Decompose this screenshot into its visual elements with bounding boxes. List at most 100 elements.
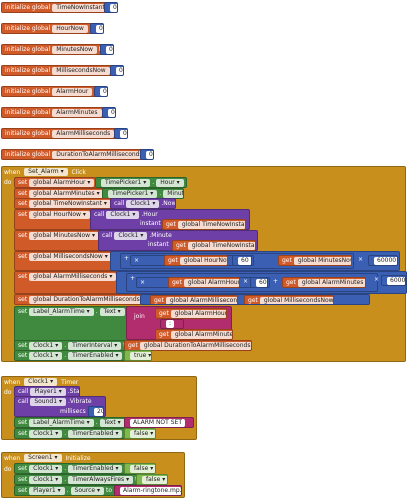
number-20[interactable]: 20	[88, 406, 104, 417]
global-name-field[interactable]: HourNow	[52, 24, 88, 33]
global-init-value[interactable]: 0	[100, 44, 114, 55]
get-alarm-minutes[interactable]: get global AlarmMinutes	[155, 329, 233, 340]
get-alarm-hour[interactable]: get global AlarmHour	[155, 308, 227, 319]
global-name-field[interactable]: AlarmMilliseconds	[52, 129, 115, 138]
property-dropdown[interactable]: Hour	[156, 178, 184, 187]
text-separator[interactable]: :	[160, 319, 184, 329]
global-name-field[interactable]: DurationToAlarmMilliseconds	[52, 150, 146, 159]
minus-block[interactable]: getglobal AlarmMilliseconds - getglobal …	[140, 294, 370, 305]
clock-now-call[interactable]: callClock1.Now	[110, 198, 176, 209]
variable-dropdown[interactable]: global HourNow	[179, 256, 227, 265]
component-dropdown[interactable]: Clock1	[29, 429, 63, 438]
get-milliseconds-now[interactable]: get global MillisecondsNow	[244, 295, 335, 304]
variable-dropdown[interactable]: global MinutesNow	[29, 231, 99, 240]
variable-dropdown[interactable]: global TimeNowInstant	[177, 220, 245, 229]
global-name-field[interactable]: MinutesNow	[52, 45, 97, 54]
component-dropdown[interactable]: Clock1	[29, 351, 63, 360]
component-dropdown[interactable]: TimePicker1	[108, 189, 158, 198]
set-timer-always-fires-block[interactable]: setClock1.TimerAlwaysFiresto	[14, 474, 140, 485]
global-name-field[interactable]: TimeNowInstant	[52, 3, 109, 12]
text-ringtone-file[interactable]: Alarm-ringtone.mp3	[114, 485, 182, 496]
variable-dropdown[interactable]: global TimeNowInstant	[187, 241, 255, 250]
property-dropdown[interactable]: Source	[70, 486, 105, 495]
boolean-false[interactable]: false	[124, 463, 156, 474]
get-alarm-minutes[interactable]: get global AlarmMinutes	[282, 277, 366, 288]
variable-dropdown[interactable]: global DurationToAlarmMilliseconds	[139, 341, 251, 350]
variable-dropdown[interactable]: global MillisecondsNow	[29, 252, 112, 261]
set-milliseconds-now-block[interactable]: setglobal MillisecondsNowto	[14, 251, 114, 271]
number-60000[interactable]: 60000	[381, 275, 406, 286]
variable-dropdown[interactable]: global MinutesNow	[293, 256, 351, 265]
global-init-value[interactable]: 0	[114, 128, 128, 139]
set-minutes-now-block[interactable]: setglobal MinutesNowto	[14, 230, 102, 251]
event-component-dropdown[interactable]: Clock1	[24, 378, 58, 386]
boolean-dropdown[interactable]: false	[130, 464, 155, 473]
get-alarm-hour[interactable]: get global AlarmHour	[168, 277, 240, 288]
component-dropdown[interactable]: Clock1	[114, 231, 148, 240]
boolean-dropdown[interactable]: false	[130, 429, 155, 438]
boolean-true[interactable]: true	[124, 350, 152, 361]
get-minutes-now[interactable]: get global MinutesNow	[278, 255, 352, 266]
component-dropdown[interactable]: Clock1	[126, 199, 160, 208]
property-dropdown[interactable]: Text	[99, 418, 125, 427]
property-dropdown[interactable]: TimerEnabled	[68, 464, 123, 473]
global-name-field[interactable]: AlarmHour	[52, 87, 93, 96]
variable-dropdown[interactable]: global AlarmMinutes	[170, 330, 232, 339]
global-init-value[interactable]: 0	[94, 86, 108, 97]
global-init-block[interactable]: initialize global DurationToAlarmMillisec…	[1, 149, 147, 160]
variable-dropdown[interactable]: global MillisecondsNow	[259, 296, 334, 304]
event-component-dropdown[interactable]: Screen1	[24, 454, 62, 462]
property-dropdown[interactable]: TimerEnabled	[68, 351, 123, 360]
component-dropdown[interactable]: Sound1	[30, 397, 66, 406]
component-dropdown[interactable]: Clock1	[29, 464, 63, 473]
property-dropdown[interactable]: TimerAlwaysFires	[68, 475, 134, 484]
variable-dropdown[interactable]: global AlarmMilliseconds	[29, 272, 117, 281]
boolean-dropdown[interactable]: true	[130, 351, 151, 360]
property-dropdown[interactable]: TimerInterval	[68, 341, 122, 350]
boolean-false[interactable]: false	[136, 474, 168, 485]
variable-dropdown[interactable]: global AlarmHour	[183, 278, 239, 287]
variable-dropdown[interactable]: global AlarmHour	[29, 178, 95, 187]
component-dropdown[interactable]: Label_AlarmTime	[29, 308, 94, 316]
global-name-field[interactable]: MillisecondsNow	[52, 66, 110, 75]
global-init-block[interactable]: initialize globalMillisecondsNowto	[1, 65, 117, 76]
global-init-value[interactable]: 0	[102, 107, 116, 118]
global-init-block[interactable]: initialize globalTimeNowInstantto	[1, 2, 111, 13]
global-init-block[interactable]: initialize globalMinutesNowto	[1, 44, 107, 55]
set-label-text-block[interactable]: setLabel_AlarmTime.Textto	[14, 306, 128, 342]
global-init-value[interactable]: 0	[104, 2, 118, 13]
set-alarm-hour-block[interactable]: setglobal AlarmHourto	[14, 177, 96, 188]
property-dropdown[interactable]: Minute	[163, 189, 183, 198]
variable-dropdown[interactable]: global TimeNowInstant	[29, 199, 111, 208]
number-60000[interactable]: 60000	[368, 255, 398, 266]
get-alarm-milliseconds[interactable]: get global AlarmMilliseconds	[150, 295, 238, 304]
variable-dropdown[interactable]: global DurationToAlarmMilliseconds	[29, 295, 143, 304]
global-init-block[interactable]: initialize globalAlarmHourto	[1, 86, 101, 97]
global-name-field[interactable]: AlarmMinutes	[52, 108, 102, 117]
set-duration-block[interactable]: setglobal DurationToAlarmMillisecondsto	[14, 294, 144, 305]
boolean-dropdown[interactable]: false	[142, 475, 167, 484]
set-hour-now-block[interactable]: setglobal HourNowto	[14, 209, 94, 230]
global-init-value[interactable]: 0	[90, 23, 104, 34]
set-timer-enabled-block[interactable]: setClock1.TimerEnabledto	[14, 428, 126, 439]
get-time-now-instant[interactable]: get global TimeNowInstant	[172, 240, 256, 251]
global-init-value[interactable]: 0	[110, 65, 124, 76]
component-dropdown[interactable]: Label_AlarmTime	[29, 418, 94, 427]
global-init-value[interactable]: 0	[140, 149, 154, 160]
variable-dropdown[interactable]: global AlarmMinutes	[297, 278, 365, 287]
variable-dropdown[interactable]: global AlarmHour	[170, 309, 226, 318]
variable-dropdown[interactable]: global HourNow	[29, 210, 90, 219]
event-component-dropdown[interactable]: Set_Alarm	[24, 168, 68, 176]
set-timer-enabled-block[interactable]: setClock1.TimerEnabledto	[14, 463, 126, 474]
component-dropdown[interactable]: Clock1	[106, 210, 140, 219]
global-init-block[interactable]: initialize globalAlarmMillisecondsto	[1, 128, 121, 139]
global-init-block[interactable]: initialize globalHourNowto	[1, 23, 97, 34]
global-init-block[interactable]: initialize globalAlarmMinutesto	[1, 107, 109, 118]
set-player-source-block[interactable]: setPlayer1.Sourceto	[14, 485, 118, 496]
timepicker-hour-getter[interactable]: TimePicker1.Hour	[95, 177, 187, 188]
number-60[interactable]: 60	[250, 277, 268, 288]
get-time-now-instant[interactable]: get global TimeNowInstant	[162, 219, 246, 230]
set-time-now-block[interactable]: setglobal TimeNowInstantto	[14, 198, 114, 209]
set-alarm-milliseconds-block[interactable]: setglobal AlarmMillisecondsto	[14, 271, 120, 294]
component-dropdown[interactable]: Player1	[30, 387, 66, 396]
